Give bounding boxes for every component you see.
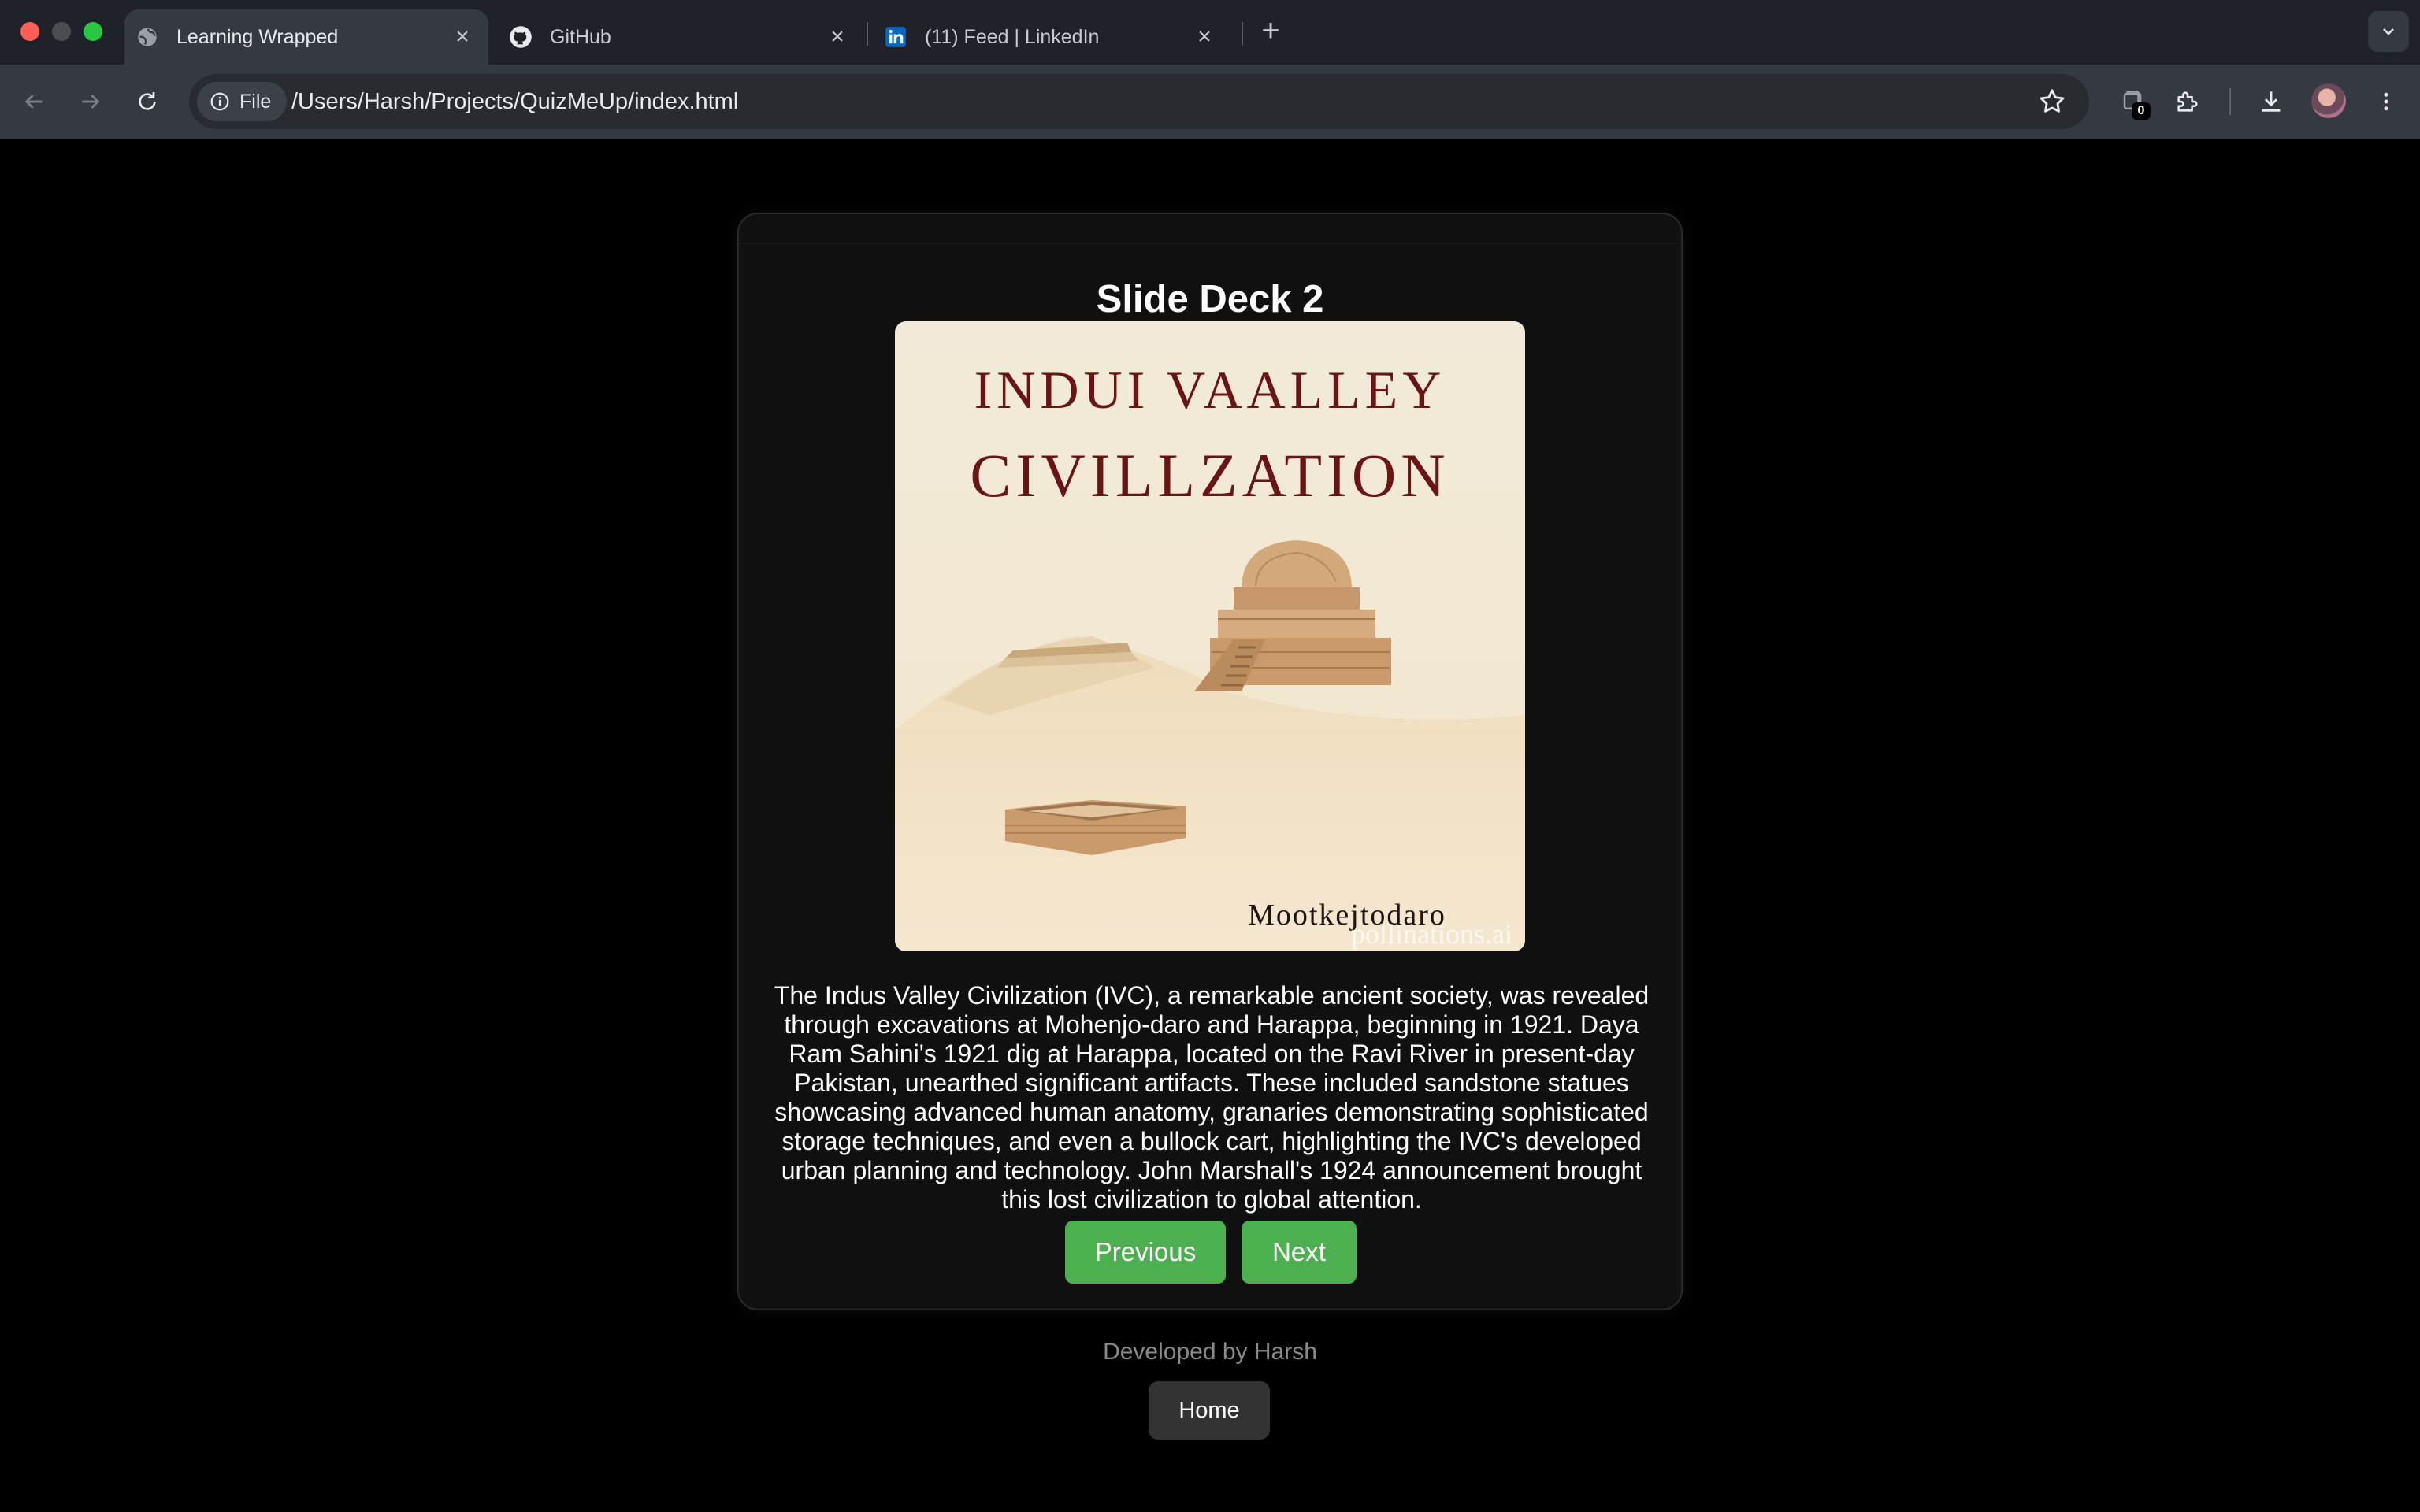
extension-count-badge: 0 [2132, 102, 2151, 120]
close-icon[interactable]: × [1193, 24, 1216, 50]
site-info-label: File [239, 90, 272, 113]
tab-title: (11) Feed | LinkedIn [925, 25, 1100, 48]
extension-counter-button[interactable]: 0 [2113, 82, 2152, 121]
slide-title: Slide Deck 2 [1096, 278, 1324, 321]
browser-menu-button[interactable] [2366, 82, 2406, 121]
image-heading-line-1: INDUI VAALLEY [974, 360, 1446, 420]
back-button[interactable] [16, 83, 52, 120]
tab-learning-wrapped[interactable]: Learning Wrapped × [124, 9, 488, 65]
slide-image: INDUI VAALLEY CIVILLZATION Mootkejtodaro… [895, 321, 1525, 951]
info-icon [210, 92, 229, 111]
profile-avatar[interactable] [2311, 83, 2346, 118]
downloads-button[interactable] [2251, 82, 2291, 121]
close-window-button[interactable] [20, 22, 39, 41]
new-tab-button[interactable]: + [1256, 15, 1285, 46]
puzzle-icon [2177, 91, 2198, 112]
forward-button[interactable] [72, 83, 109, 120]
slide-body-text: The Indus Valley Civilization (IVC), a r… [774, 981, 1650, 1214]
browser-tab-bar: Learning Wrapped × GitHub × (11) Feed | … [0, 0, 2420, 65]
browser-toolbar: File /Users/Harsh/Projects/QuizMeUp/inde… [0, 65, 2420, 139]
card-divider [739, 243, 1681, 244]
tab-title: GitHub [550, 25, 611, 48]
tab-github[interactable]: GitHub × [509, 9, 863, 65]
url-text[interactable]: /Users/Harsh/Projects/QuizMeUp/index.htm… [291, 74, 738, 129]
tab-divider [867, 22, 868, 46]
close-icon[interactable]: × [826, 24, 849, 50]
page-viewport: Slide Deck 2 INDUI VAALLEY CIVILLZATION … [0, 139, 2420, 1512]
tab-search-button[interactable] [2368, 11, 2409, 52]
slide-card: Slide Deck 2 INDUI VAALLEY CIVILLZATION … [737, 213, 1683, 1310]
tab-divider [1242, 22, 1243, 46]
minimize-window-button[interactable] [52, 22, 71, 41]
extensions-button[interactable] [2168, 82, 2207, 121]
github-icon [509, 25, 533, 49]
download-icon [2262, 91, 2281, 112]
address-bar[interactable]: File /Users/Harsh/Projects/QuizMeUp/inde… [189, 74, 2089, 129]
home-button[interactable]: Home [1149, 1381, 1270, 1440]
chevron-down-icon [2383, 28, 2394, 35]
arrow-left-icon [24, 94, 43, 109]
arrow-right-icon [82, 94, 100, 109]
site-info-chip[interactable]: File [197, 82, 288, 121]
image-heading-line-2: CIVILLZATION [970, 441, 1449, 510]
toolbar-divider [2229, 88, 2231, 115]
reload-icon [139, 92, 156, 110]
bookmark-star-icon[interactable] [2037, 87, 2067, 117]
previous-button[interactable]: Previous [1065, 1221, 1226, 1284]
kebab-menu-icon [2384, 92, 2388, 111]
tab-linkedin[interactable]: (11) Feed | LinkedIn × [884, 9, 1230, 65]
reload-button[interactable] [129, 83, 165, 120]
close-icon[interactable]: × [451, 24, 474, 50]
footer-credit: Developed by Harsh [1103, 1339, 1317, 1365]
linkedin-icon [884, 25, 908, 49]
tab-title: Learning Wrapped [176, 25, 339, 48]
image-watermark: pollinations.ai [1351, 918, 1512, 950]
globe-icon [135, 25, 159, 49]
next-button[interactable]: Next [1242, 1221, 1357, 1284]
zoom-window-button[interactable] [84, 22, 102, 41]
